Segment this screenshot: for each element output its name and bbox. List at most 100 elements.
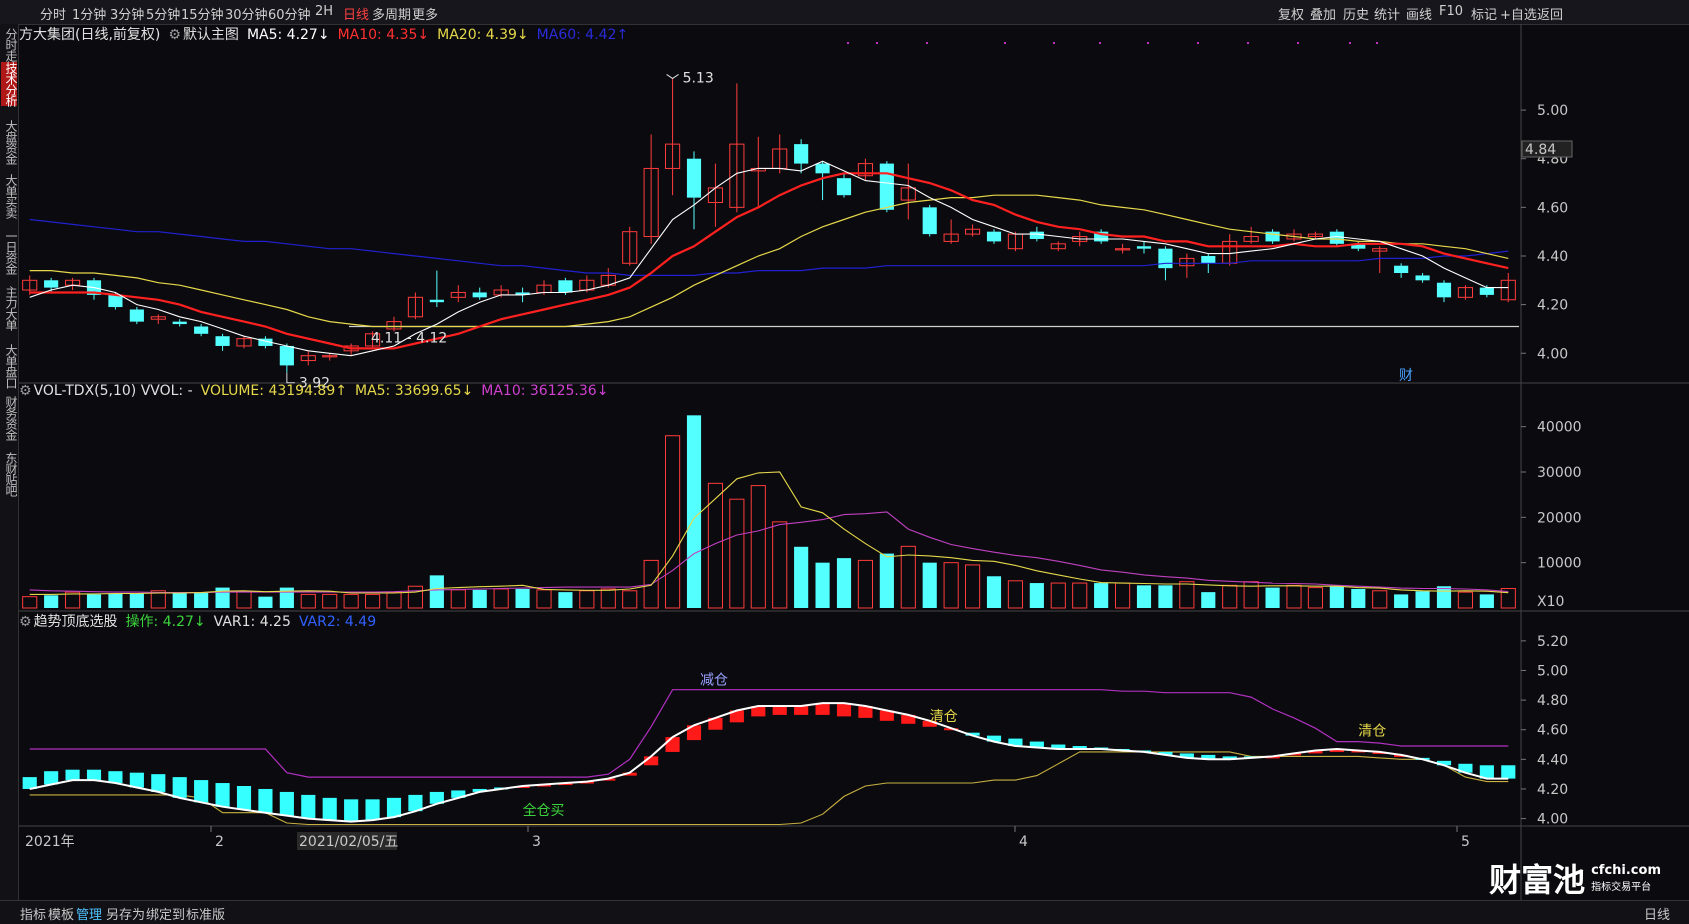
volume-bar-up[interactable] [365,593,381,609]
candle-body-down[interactable] [1479,287,1494,295]
side-nav-item-7[interactable]: 财务资金 [1,396,18,440]
volume-bar-up[interactable] [1050,582,1066,609]
volume-bar-up[interactable] [1457,591,1474,609]
volume-bar-up[interactable] [386,591,402,609]
candle-body-down[interactable] [429,299,444,303]
volume-bar-up[interactable] [622,590,638,609]
side-nav-item-6[interactable]: 大单盘口 [1,344,18,388]
candle-body-down[interactable] [108,294,123,308]
candle-body-down[interactable] [686,158,702,198]
volume-bar-up[interactable] [22,596,38,609]
kline-chart[interactable]: 5.00 4.80 4.60 4.40 4.20 4.00 4.84 40000 30000 20… [19,24,1689,900]
settings-icon[interactable]: ⚙ [168,27,181,43]
volume-bar-up[interactable] [750,485,766,609]
volume-bar-down[interactable] [108,593,123,608]
candle-body-down[interactable] [922,207,937,235]
volume-bar-up[interactable] [536,589,552,609]
candle-body-down[interactable] [836,178,852,196]
volume-bar-up[interactable] [407,585,424,609]
finance-marker[interactable]: 财 [1399,368,1413,384]
candle-body-down[interactable] [279,345,294,366]
volume-bar-down[interactable] [515,588,530,608]
volume-bar-down[interactable] [172,592,187,608]
candle-body-down[interactable] [1415,275,1430,281]
volume-bar-up[interactable] [1072,582,1088,609]
period-tab-6[interactable]: 60分钟 [268,4,311,23]
indicator-name[interactable]: 趋势顶底选股 [34,614,118,630]
period-tab-9[interactable]: 多周期 [372,4,411,23]
volume-bar-up[interactable] [493,588,509,609]
template-label[interactable]: 默认主图 [183,27,239,43]
candle-body-down[interactable] [1136,246,1152,249]
candle-body-down[interactable] [44,280,59,288]
volume-bar-down[interactable] [815,562,830,608]
settings-icon[interactable]: ⚙ [19,614,32,630]
toolbar-button-4[interactable]: 画线 [1406,4,1432,23]
candle-body-down[interactable] [879,163,894,210]
side-nav-item-8[interactable]: 东财贴吧 [1,452,18,496]
volume-bar-down[interactable] [1201,592,1216,608]
candle-body-down[interactable] [986,231,1002,242]
volume-bar-up[interactable] [1372,590,1388,609]
volume-bar-up[interactable] [729,498,745,609]
candle-body-down[interactable] [1436,282,1452,298]
period-tab-1[interactable]: 1分钟 [72,4,106,23]
candle-body-down[interactable] [129,309,144,322]
volume-bar-down[interactable] [1029,583,1044,608]
volume-bar-up[interactable] [236,590,252,609]
volume-bar-down[interactable] [429,575,444,608]
side-nav-item-4[interactable]: 一日资金 [1,230,18,274]
period-tab-8[interactable]: 日线 [343,4,369,23]
volume-bar-down[interactable] [258,596,273,608]
volume-bar-up[interactable] [857,559,873,609]
volume-bar-down[interactable] [1136,585,1152,608]
period-tab-3[interactable]: 5分钟 [146,4,180,23]
bottom-tab-5[interactable]: 标准版 [186,904,225,923]
candle-body-down[interactable] [1158,248,1173,269]
toolbar-button-6[interactable]: 标记 [1471,4,1497,23]
candle-body-down[interactable] [472,292,487,298]
candle-body-down[interactable] [815,163,830,174]
toolbar-button-3[interactable]: 统计 [1374,4,1400,23]
period-tab-10[interactable]: 更多 [412,4,438,23]
volume-bar-down[interactable] [1329,586,1344,608]
side-nav-item-1[interactable]: 技术分析 [1,62,18,106]
period-tab-4[interactable]: 15分钟 [181,4,224,23]
period-tab-7[interactable]: 2H [315,4,333,19]
volume-bar-up[interactable] [1307,587,1324,609]
toolbar-button-8[interactable]: 返回 [1537,4,1563,23]
period-indicator[interactable]: 日线 [1644,904,1670,923]
bottom-tab-0[interactable]: 指标 [20,904,46,923]
candle-body-down[interactable] [194,326,209,334]
volume-bar-down[interactable] [686,415,702,608]
toolbar-button-5[interactable]: F10 [1439,4,1463,19]
volume-bar-down[interactable] [194,592,209,608]
volume-bar-up[interactable] [300,593,316,609]
bottom-tab-2[interactable]: 管理 [76,904,102,923]
toolbar-button-2[interactable]: 历史 [1343,4,1369,23]
volume-bar-down[interactable] [1351,588,1366,608]
bottom-tab-4[interactable]: 绑定到 [146,904,185,923]
candle-body-down[interactable] [172,321,187,325]
volume-bar-down[interactable] [1265,587,1280,608]
volume-bar-up[interactable] [1286,584,1302,609]
chart-area[interactable]: 5.00 4.80 4.60 4.40 4.20 4.00 4.84 40000 30000 20… [19,24,1689,900]
volume-bar-down[interactable] [129,593,144,608]
volume-bar-up[interactable] [1179,581,1195,609]
toolbar-button-7[interactable]: +自选 [1500,4,1537,23]
toolbar-button-0[interactable]: 复权 [1278,4,1304,23]
volume-bar-down[interactable] [879,553,894,608]
side-nav-item-5[interactable]: 主力大单 [1,286,18,330]
volume-bar-down[interactable] [1415,591,1430,608]
bottom-tab-1[interactable]: 模板 [48,904,74,923]
candle-body-down[interactable] [1394,265,1409,274]
volume-bar-down[interactable] [1394,594,1409,608]
volume-bar-up[interactable] [1007,580,1023,609]
volume-bar-up[interactable] [322,593,338,609]
toolbar-button-1[interactable]: 叠加 [1310,4,1336,23]
volume-bar-down[interactable] [794,546,809,608]
volume-bar-down[interactable] [472,589,487,608]
volume-bar-down[interactable] [1479,594,1494,608]
volume-bar-down[interactable] [922,562,937,608]
candle-body-down[interactable] [1201,255,1216,264]
